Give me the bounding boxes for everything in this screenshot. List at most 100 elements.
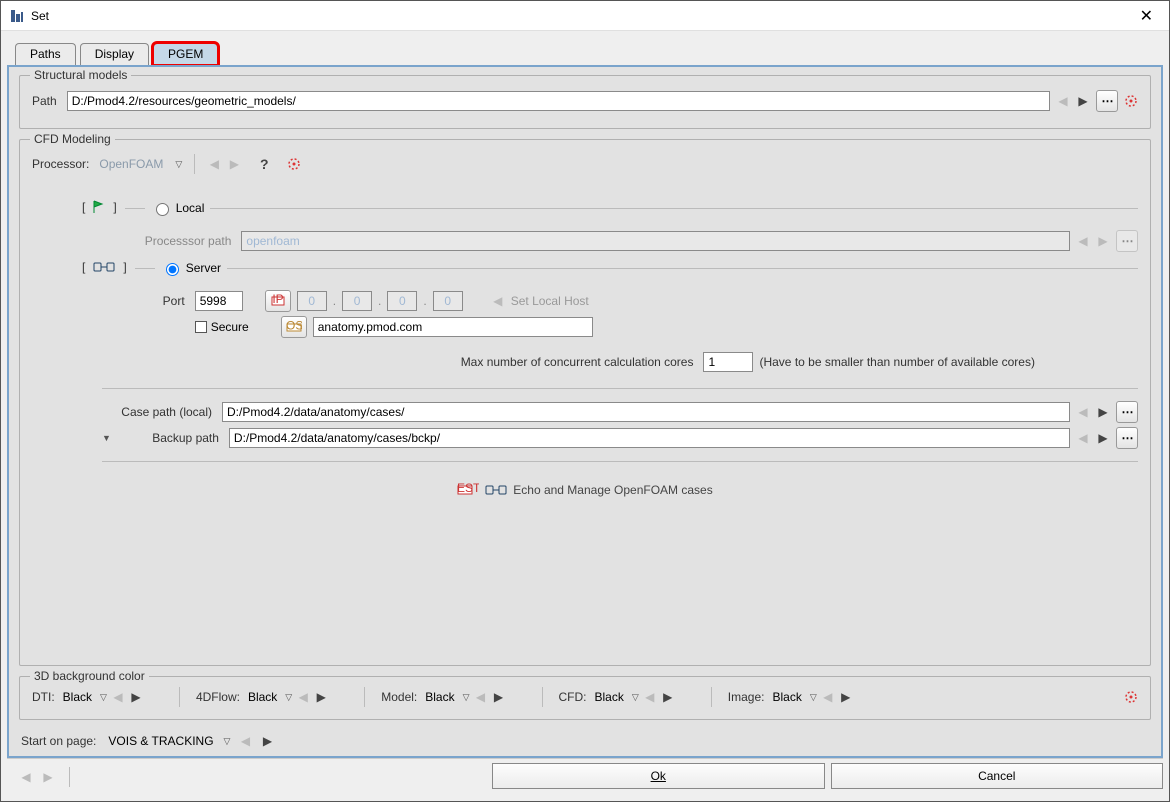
- case-path-input[interactable]: [222, 402, 1070, 422]
- chevron-down-icon: ▽: [175, 159, 182, 170]
- chevron-down-icon: ▽: [224, 736, 231, 747]
- bracket: ]: [113, 200, 116, 214]
- set-local-host-arrow[interactable]: ◀: [491, 294, 505, 308]
- titlebar: Set ✕: [1, 1, 1169, 31]
- group-title: CFD Modeling: [30, 132, 115, 146]
- model-dropdown[interactable]: Black▽: [425, 690, 469, 704]
- browse-button[interactable]: ⋯: [1116, 401, 1138, 423]
- test-icon: TEST: [457, 482, 479, 498]
- server-link-icon: [93, 260, 115, 274]
- prev-button[interactable]: ◀: [821, 690, 835, 704]
- separator: [102, 461, 1138, 462]
- backup-path-input[interactable]: [229, 428, 1070, 448]
- next-button[interactable]: ▶: [1096, 405, 1110, 419]
- path-label: Path: [32, 94, 57, 108]
- browse-button[interactable]: ⋯: [1116, 427, 1138, 449]
- host-input[interactable]: [313, 317, 593, 337]
- echo-manage-link[interactable]: TEST Echo and Manage OpenFOAM cases: [457, 482, 712, 498]
- server-radio-input[interactable]: [166, 263, 179, 276]
- ip-b-input: [342, 291, 372, 311]
- checkbox-box: [195, 321, 207, 333]
- server-radio[interactable]: Server: [161, 260, 221, 276]
- bracket: [: [82, 260, 85, 274]
- link-icon: [485, 483, 507, 497]
- reset-icon[interactable]: [287, 157, 301, 171]
- prev-path-button[interactable]: ◀: [1056, 94, 1070, 108]
- server-fieldset: Server Port IP . . .: [135, 260, 1138, 376]
- start-page-dropdown[interactable]: VOIS & TRACKING ▽: [108, 734, 230, 748]
- close-button[interactable]: ✕: [1132, 2, 1161, 30]
- next-button[interactable]: ▶: [314, 690, 328, 704]
- next-path-button[interactable]: ▶: [1076, 94, 1090, 108]
- secure-label: Secure: [211, 320, 249, 334]
- start-page-label: Start on page:: [21, 734, 96, 748]
- prev-button[interactable]: ◀: [111, 690, 125, 704]
- flow-label: 4DFlow:: [196, 690, 240, 704]
- svg-text:TEST: TEST: [457, 482, 479, 495]
- ok-button[interactable]: Ok: [492, 763, 825, 789]
- prev-button[interactable]: ◀: [643, 690, 657, 704]
- footer: ◀ ▶ Ok Cancel: [7, 758, 1163, 795]
- server-label: Server: [186, 261, 221, 275]
- next-button[interactable]: ▶: [260, 734, 274, 748]
- browse-button: ⋯: [1116, 230, 1138, 252]
- prev-button[interactable]: ◀: [296, 690, 310, 704]
- flow-dropdown[interactable]: Black▽: [248, 690, 292, 704]
- next-button: ▶: [1096, 234, 1110, 248]
- prev-button[interactable]: ◀: [1076, 405, 1090, 419]
- max-cores-input[interactable]: [703, 352, 753, 372]
- local-radio-input[interactable]: [156, 203, 169, 216]
- separator: [711, 687, 712, 707]
- cancel-button[interactable]: Cancel: [831, 763, 1164, 789]
- image-label: Image:: [728, 690, 765, 704]
- max-cores-label: Max number of concurrent calculation cor…: [461, 355, 694, 369]
- next-button[interactable]: ▶: [661, 690, 675, 704]
- image-dropdown[interactable]: Black▽: [772, 690, 816, 704]
- next-button[interactable]: ▶: [492, 690, 506, 704]
- chevron-down-icon: ▽: [463, 692, 470, 703]
- expand-icon[interactable]: ▼: [102, 433, 111, 443]
- port-input[interactable]: [195, 291, 243, 311]
- page-prev-button[interactable]: ◀: [19, 770, 33, 784]
- reset-icon[interactable]: [1124, 690, 1138, 704]
- prev-button[interactable]: ◀: [238, 734, 252, 748]
- app-icon: [9, 8, 25, 24]
- tab-panel-pgem: Structural models Path ◀ ▶ ⋯ CFD Modelin…: [7, 65, 1163, 758]
- processor-path-label: Processsor path: [145, 234, 232, 248]
- prev-button[interactable]: ◀: [1076, 431, 1090, 445]
- set-local-host-link[interactable]: Set Local Host: [511, 294, 589, 308]
- tab-display[interactable]: Display: [80, 43, 149, 65]
- ip-mode-button[interactable]: IP: [265, 290, 291, 312]
- bracket: ]: [123, 260, 126, 274]
- next-button[interactable]: ▶: [839, 690, 853, 704]
- browse-button[interactable]: ⋯: [1096, 90, 1118, 112]
- next-processor-button[interactable]: ▶: [227, 157, 241, 171]
- svg-text:IP: IP: [272, 293, 283, 306]
- separator: [69, 767, 70, 787]
- dti-dropdown[interactable]: Black▽: [63, 690, 107, 704]
- prev-processor-button[interactable]: ◀: [207, 157, 221, 171]
- max-cores-hint: (Have to be smaller than number of avail…: [759, 355, 1034, 369]
- model-label: Model:: [381, 690, 417, 704]
- tab-paths[interactable]: Paths: [15, 43, 76, 65]
- prev-button[interactable]: ◀: [474, 690, 488, 704]
- ip-d-input: [433, 291, 463, 311]
- next-button[interactable]: ▶: [129, 690, 143, 704]
- backup-path-label: Backup path: [117, 431, 219, 445]
- processor-dropdown[interactable]: OpenFOAM ▽: [99, 157, 182, 171]
- host-mode-button[interactable]: HOST: [281, 316, 307, 338]
- help-button[interactable]: ?: [257, 157, 271, 171]
- tab-pgem[interactable]: PGEM: [153, 43, 218, 65]
- local-radio[interactable]: Local: [151, 200, 205, 216]
- page-next-button[interactable]: ▶: [41, 770, 55, 784]
- tab-bar: Paths Display PGEM: [7, 37, 1163, 65]
- structural-path-input[interactable]: [67, 91, 1050, 111]
- chevron-down-icon: ▽: [810, 692, 817, 703]
- cfd-dropdown[interactable]: Black▽: [595, 690, 639, 704]
- port-label: Port: [155, 294, 185, 308]
- svg-text:HOST: HOST: [286, 319, 302, 333]
- secure-checkbox[interactable]: Secure: [195, 320, 249, 334]
- next-button[interactable]: ▶: [1096, 431, 1110, 445]
- reset-icon[interactable]: [1124, 94, 1138, 108]
- processor-value: OpenFOAM: [99, 157, 163, 171]
